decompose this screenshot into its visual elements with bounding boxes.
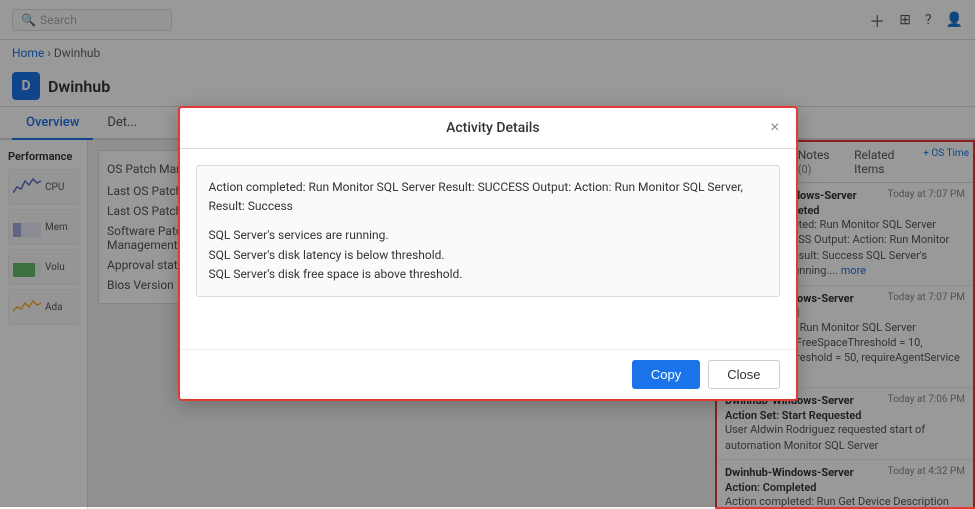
modal-detail-line-2: SQL Server's disk latency is below thres… — [209, 246, 767, 265]
modal-body: Action completed: Run Monitor SQL Server… — [180, 149, 796, 349]
copy-button[interactable]: Copy — [632, 360, 700, 389]
modal-header: Activity Details × — [180, 108, 796, 149]
modal-close-button[interactable]: × — [770, 120, 779, 136]
modal-content-box: Action completed: Run Monitor SQL Server… — [196, 165, 780, 297]
modal-title: Activity Details — [216, 120, 771, 136]
modal-detail-line-1: SQL Server's services are running. — [209, 226, 767, 245]
modal-footer: Copy Close — [180, 349, 796, 399]
modal-main-text: Action completed: Run Monitor SQL Server… — [209, 178, 767, 216]
modal-overlay: Activity Details × Action completed: Run… — [0, 0, 975, 507]
close-button[interactable]: Close — [708, 360, 779, 389]
modal-detail-line-3: SQL Server's disk free space is above th… — [209, 265, 767, 284]
activity-details-modal: Activity Details × Action completed: Run… — [178, 106, 798, 401]
modal-detail-lines: SQL Server's services are running. SQL S… — [209, 226, 767, 284]
